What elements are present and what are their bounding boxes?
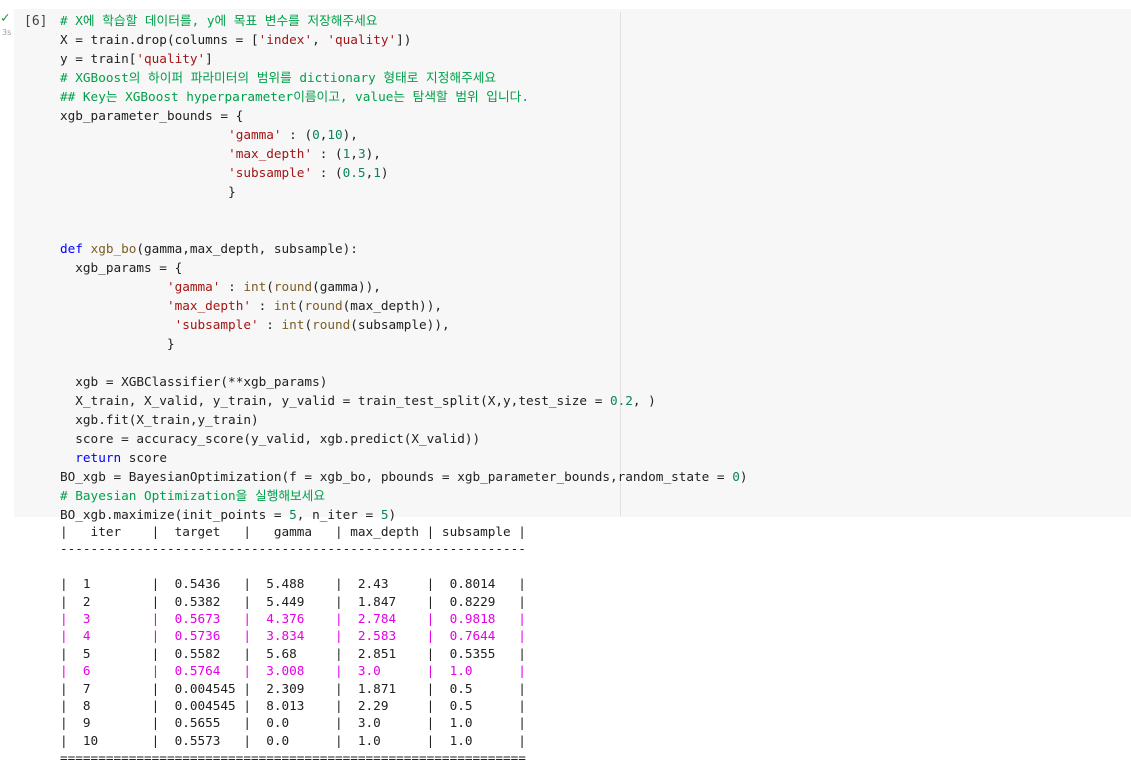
string-literal: 'subsample' — [228, 165, 313, 180]
code-token: xgb = XGBClassifier(**xgb_params) — [75, 374, 328, 389]
code-token: xgb_parameter_bounds = { — [60, 108, 244, 123]
code-token: ), — [365, 146, 381, 161]
keyword: return — [75, 450, 122, 465]
table-row: | 6 | 0.5764 | 3.008 | 3.0 | 1.0 | — [60, 663, 526, 679]
code-token: : — [258, 317, 282, 332]
number-literal: 0 — [312, 127, 320, 142]
output-table-separator: ----------------------------------------… — [60, 541, 526, 557]
table-row: | 1 | 0.5436 | 5.488 | 2.43 | 0.8014 | — [60, 576, 526, 592]
code-token: BO_xgb.maximize(init_points = — [60, 507, 290, 522]
code-token: , n_iter = — [296, 507, 381, 522]
number-literal: 0.2 — [609, 393, 633, 408]
string-literal: 'max_depth' — [228, 146, 313, 161]
output-table-header: | iter | target | gamma | max_depth | su… — [60, 524, 526, 539]
cell-output: | iter | target | gamma | max_depth | su… — [60, 523, 526, 767]
code-token: ) — [388, 507, 397, 522]
code-token: , — [312, 32, 328, 47]
code-token: } — [166, 336, 175, 351]
code-token: xgb.fit(X_train,y_train) — [75, 412, 259, 427]
code-token: ] — [205, 51, 213, 66]
number-literal: 5 — [289, 507, 297, 522]
run-status[interactable]: ✓ 3s — [0, 10, 16, 40]
table-row: | 8 | 0.004545 | 8.013 | 2.29 | 0.5 | — [60, 698, 526, 714]
builtin-function: round — [304, 298, 343, 313]
code-token: : ( — [312, 165, 343, 180]
code-token: : — [220, 279, 244, 294]
keyword: def — [60, 241, 83, 256]
builtin-function: int — [243, 279, 267, 294]
code-token: score = accuracy_score(y_valid, xgb.pred… — [75, 431, 481, 446]
code-token: X_train, X_valid, y_train, y_valid = tra… — [75, 393, 610, 408]
number-literal: 1 — [373, 165, 381, 180]
comment: # X에 학습할 데이터를, y에 목표 변수를 저장해주세요 — [60, 13, 378, 28]
code-token: : — [250, 298, 274, 313]
number-literal: 0 — [732, 469, 740, 484]
code-token: ]) — [396, 32, 412, 47]
code-token: (subsample)), — [350, 317, 450, 332]
comment: # XGBoost의 하이퍼 파라미터의 범위를 dictionary 형태로 … — [60, 70, 497, 85]
code-cell[interactable]: ✓ 3s [6] # X에 학습할 데이터를, y에 목표 변수를 저장해주세요… — [0, 0, 1131, 522]
string-literal: 'subsample' — [174, 317, 259, 332]
code-token: (max_depth)), — [342, 298, 442, 313]
code-token: X = train.drop(columns = [ — [60, 32, 259, 47]
table-row: | 3 | 0.5673 | 4.376 | 2.784 | 0.9818 | — [60, 611, 526, 627]
code-token: ) — [739, 469, 748, 484]
check-icon: ✓ — [1, 10, 10, 26]
execution-count: [6] — [24, 14, 48, 29]
code-text[interactable]: # X에 학습할 데이터를, y에 목표 변수를 저장해주세요 X = trai… — [60, 11, 747, 524]
string-literal: 'max_depth' — [166, 298, 251, 313]
string-literal: 'index' — [258, 32, 313, 47]
code-token: ) — [380, 165, 389, 180]
execution-time: 3s — [2, 28, 12, 37]
function-name: xgb_bo — [90, 241, 137, 256]
table-row: | 5 | 0.5582 | 5.68 | 2.851 | 0.5355 | — [60, 645, 526, 661]
table-row: | 4 | 0.5736 | 3.834 | 2.583 | 0.7644 | — [60, 628, 526, 644]
output-table-footer: ========================================… — [60, 750, 526, 766]
builtin-function: round — [273, 279, 313, 294]
string-literal: 'quality' — [136, 51, 206, 66]
number-literal: 3 — [357, 146, 366, 161]
comment: ## Key는 XGBoost hyperparameter이름이고, valu… — [60, 89, 529, 104]
code-token: BO_xgb = BayesianOptimization(f = xgb_bo… — [60, 469, 733, 484]
code-token: (gamma)), — [312, 279, 381, 294]
comment: # Bayesian Optimization을 실행해보세요 — [60, 488, 326, 503]
builtin-function: int — [281, 317, 305, 332]
code-token: , ) — [632, 393, 656, 408]
table-row: | 7 | 0.004545 | 2.309 | 1.871 | 0.5 | — [60, 680, 526, 696]
number-literal: 10 — [327, 127, 343, 142]
code-token: , — [350, 146, 358, 161]
code-token: ( — [304, 317, 313, 332]
builtin-function: round — [312, 317, 351, 332]
table-row: | 9 | 0.5655 | 0.0 | 3.0 | 1.0 | — [60, 715, 526, 731]
code-token: score — [121, 450, 167, 465]
builtin-function: int — [273, 298, 297, 313]
table-row: | 10 | 0.5573 | 0.0 | 1.0 | 1.0 | — [60, 732, 526, 748]
code-token: xgb_params = { — [75, 260, 183, 275]
code-token: ), — [342, 127, 358, 142]
code-token: : ( — [312, 146, 343, 161]
code-token: (gamma,max_depth, subsample): — [136, 241, 358, 256]
string-literal: 'gamma' — [166, 279, 221, 294]
string-literal: 'gamma' — [228, 127, 282, 142]
code-token: ( — [266, 279, 274, 294]
number-literal: 0.5 — [342, 165, 366, 180]
string-literal: 'quality' — [327, 32, 397, 47]
table-row: | 2 | 0.5382 | 5.449 | 1.847 | 0.8229 | — [60, 593, 526, 609]
code-token: } — [228, 184, 236, 199]
code-token: y = train[ — [60, 51, 137, 66]
code-token: : ( — [281, 127, 313, 142]
